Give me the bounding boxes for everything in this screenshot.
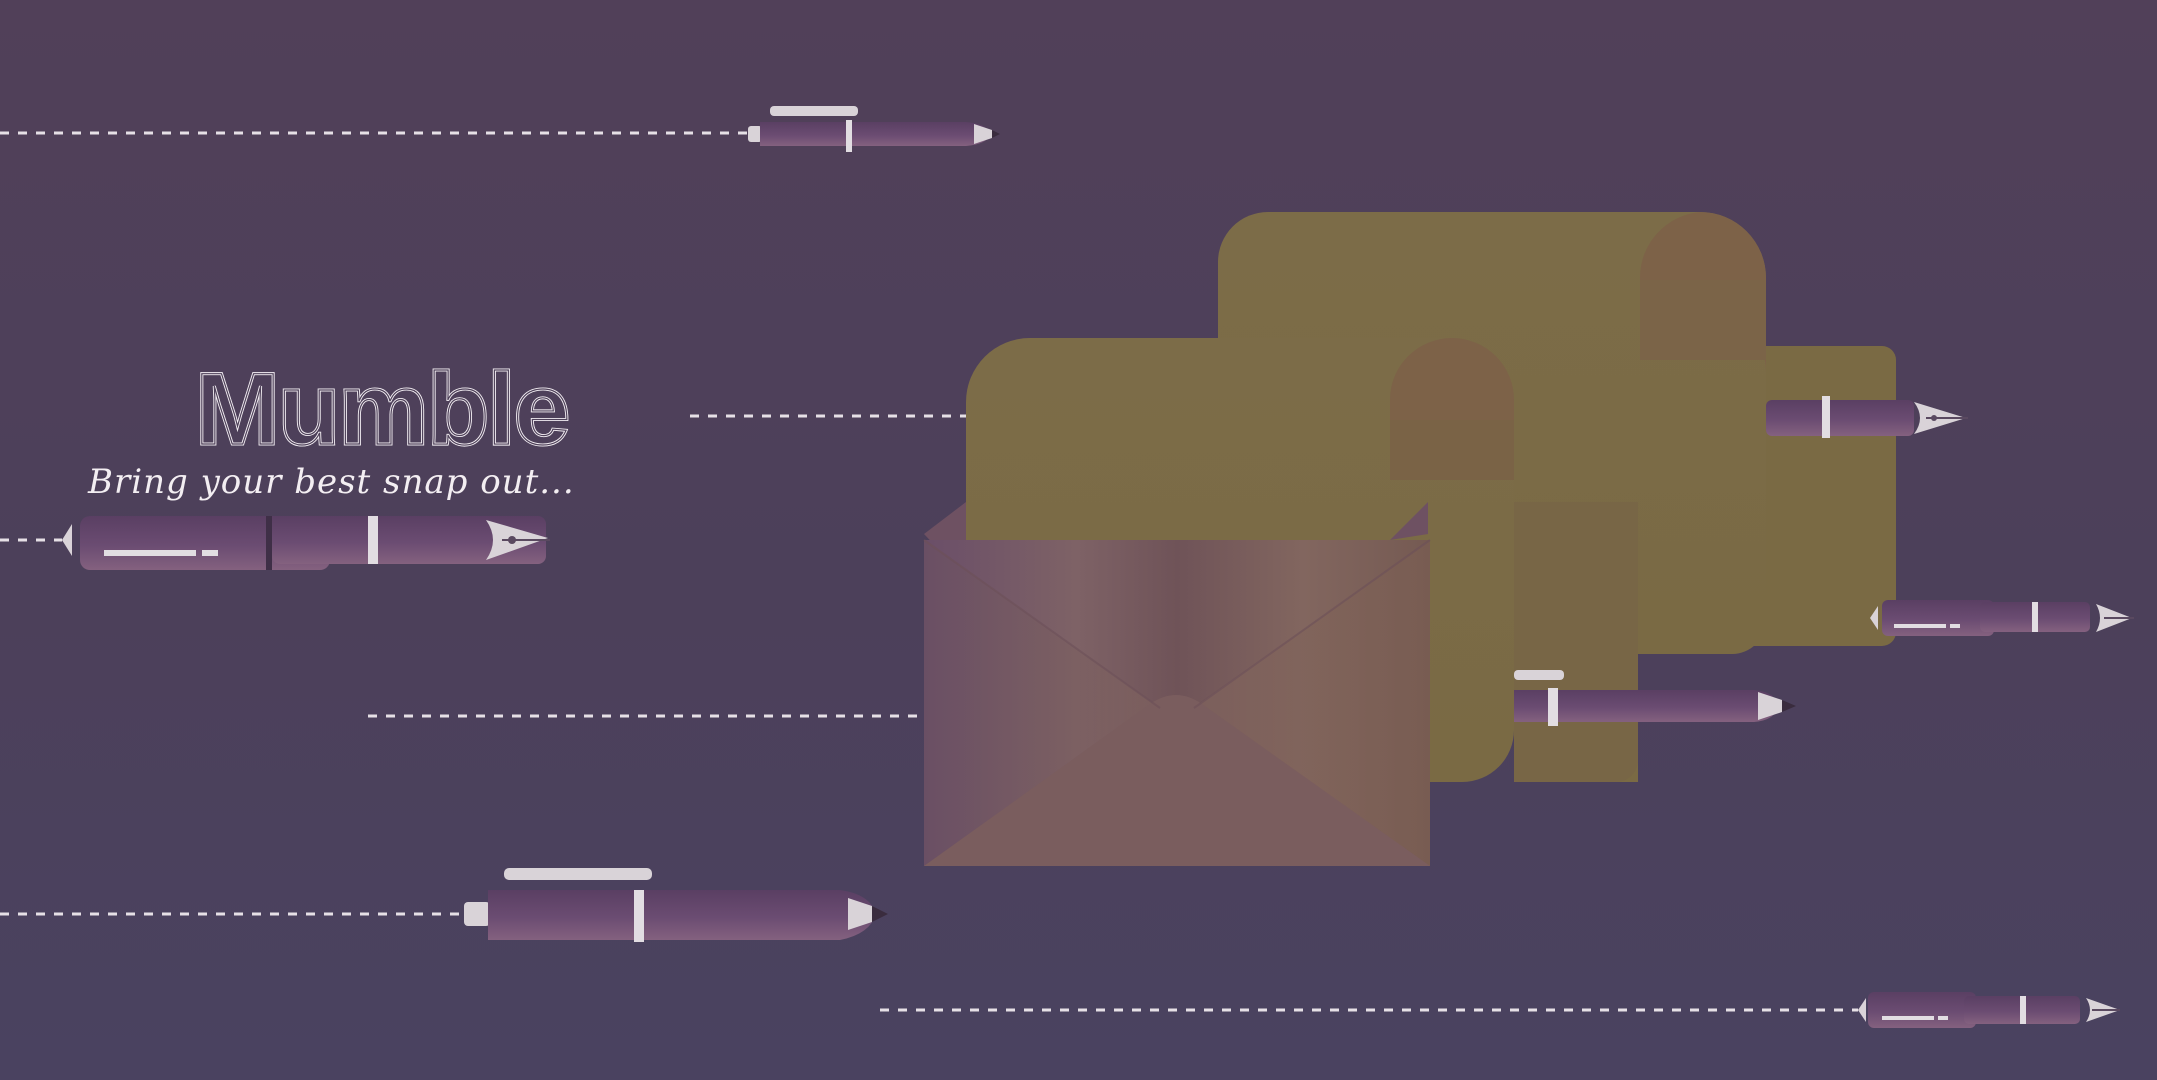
open-envelope-icon (923, 502, 1431, 866)
ballpoint-pen-icon (464, 868, 888, 942)
fountain-pen-icon (1870, 600, 2134, 636)
mumble-logo: Mumble Mumble (195, 358, 675, 458)
fountain-pen-icon (62, 516, 550, 570)
fountain-pen-icon (1766, 396, 1968, 438)
fountain-pen-icon (1858, 992, 2120, 1028)
tagline: Bring your best snap out... (88, 462, 575, 502)
app-title-inline: Mumble (195, 358, 568, 458)
ballpoint-pen-icon (1514, 670, 1796, 726)
mumble-wordmark-icon: Mumble Mumble (195, 358, 572, 458)
ballpoint-pen-icon (748, 106, 1000, 152)
splash-screen: Mumble Mumble Bring your best snap out..… (0, 0, 2157, 1080)
illustration (0, 106, 2134, 1028)
